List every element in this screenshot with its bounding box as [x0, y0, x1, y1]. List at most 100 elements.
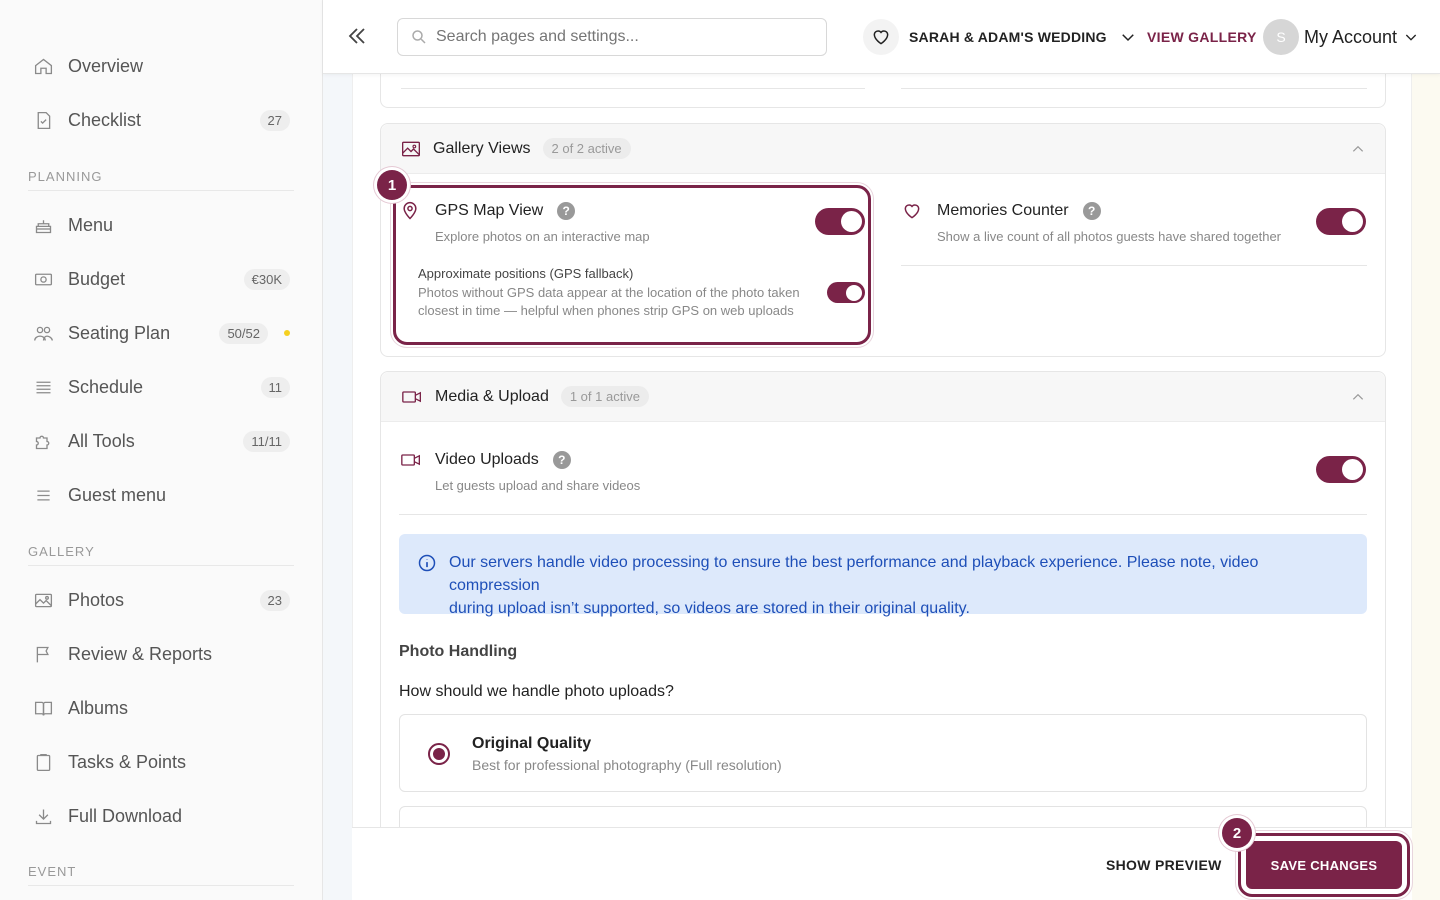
sidebar-item-label: Schedule — [68, 376, 144, 397]
sidebar: Overview Checklist 27 PLANNING Menu Budg… — [0, 0, 323, 900]
sidebar-item-review-reports[interactable]: Review & Reports — [28, 634, 294, 674]
photo-handling-heading: Photo Handling — [399, 643, 518, 660]
active-count-pill: 1 of 1 active — [560, 386, 649, 407]
wedding-selector[interactable]: SARAH & ADAM'S WEDDING — [863, 18, 1137, 56]
heart-icon — [863, 19, 899, 55]
feature-description: Explore photos on an interactive map — [435, 229, 650, 244]
menu-lines-icon — [28, 483, 60, 507]
sidebar-item-schedule[interactable]: Schedule 11 — [28, 367, 294, 407]
sidebar-item-seating-plan[interactable]: Seating Plan 50/52 — [28, 313, 294, 353]
image-icon — [28, 588, 60, 612]
sidebar-item-checklist[interactable]: Checklist 27 — [28, 100, 294, 140]
feature-title: Video Uploads — [435, 451, 539, 468]
top-header: SARAH & ADAM'S WEDDING VIEW GALLERY S My… — [323, 0, 1440, 74]
original-quality-option[interactable]: Original Quality Best for professional p… — [399, 714, 1367, 792]
option-title: Original Quality — [472, 735, 592, 752]
previous-section-card — [380, 74, 1386, 108]
sidebar-item-label: Checklist — [68, 109, 142, 130]
collapse-sidebar-button[interactable] — [345, 24, 369, 48]
sidebar-item-label: Menu — [68, 214, 114, 235]
radio-selected[interactable] — [428, 743, 450, 765]
save-changes-button[interactable]: SAVE CHANGES — [1246, 841, 1402, 889]
active-count-pill: 2 of 2 active — [542, 138, 631, 159]
gps-fallback-toggle[interactable] — [827, 282, 865, 303]
video-camera-icon — [402, 390, 421, 403]
checklist-icon — [28, 108, 60, 132]
search-box[interactable] — [397, 18, 827, 56]
clipboard-icon — [28, 750, 60, 774]
sidebar-item-label: Guest menu — [68, 484, 167, 505]
image-icon — [402, 141, 420, 156]
save-highlight-frame: SAVE CHANGES — [1238, 833, 1410, 897]
section-title-planning: PLANNING — [28, 169, 294, 191]
sidebar-item-tasks-points[interactable]: Tasks & Points — [28, 742, 294, 782]
video-info-notice: Our servers handle video processing to e… — [399, 534, 1367, 617]
search-input[interactable] — [436, 28, 796, 46]
video-uploads-toggle[interactable] — [1316, 456, 1366, 483]
count-badge: 11/11 — [243, 430, 290, 452]
money-icon — [28, 267, 60, 291]
gallery-views-header[interactable]: Gallery Views 2 of 2 active — [381, 124, 1385, 174]
info-icon — [418, 554, 436, 572]
sidebar-item-budget[interactable]: Budget €30K — [28, 259, 294, 299]
feature-title: GPS Map View — [435, 202, 544, 219]
chevron-down-icon — [1405, 34, 1417, 41]
memories-counter-toggle[interactable] — [1316, 208, 1366, 235]
section-title-gallery: GALLERY — [28, 544, 294, 566]
count-badge: 27 — [259, 109, 290, 131]
sidebar-item-menu[interactable]: Menu — [28, 205, 294, 245]
sidebar-item-full-download[interactable]: Full Download — [28, 796, 294, 836]
view-gallery-link[interactable]: VIEW GALLERY — [1147, 29, 1257, 45]
sidebar-item-label: Full Download — [68, 805, 183, 826]
account-label: My Account — [1304, 26, 1398, 47]
divider — [399, 514, 1367, 515]
people-icon — [28, 321, 60, 345]
status-dot — [284, 330, 290, 336]
feature-title: Memories Counter — [937, 202, 1069, 219]
help-icon[interactable]: ? — [557, 202, 576, 220]
feature-description: Show a live count of all photos guests h… — [937, 229, 1281, 244]
sidebar-item-guest-menu[interactable]: Guest menu — [28, 475, 294, 515]
info-text-line: during upload isn’t supported, so videos… — [449, 600, 970, 617]
chevron-up-icon[interactable] — [1351, 142, 1365, 156]
memories-counter-feature: Memories Counter ? Show a live count of … — [902, 201, 1322, 244]
sidebar-item-label: Albums — [68, 697, 129, 718]
step-badge-1: 1 — [377, 170, 407, 200]
heart-icon — [904, 204, 920, 219]
main-content: Gallery Views 2 of 2 active 1 GPS Map Vi… — [352, 74, 1412, 900]
show-preview-button[interactable]: SHOW PREVIEW — [1106, 857, 1222, 873]
background-strip — [1412, 74, 1440, 900]
count-badge: 11 — [260, 376, 290, 398]
sidebar-item-photos[interactable]: Photos 23 — [28, 580, 294, 620]
help-icon[interactable]: ? — [552, 451, 571, 469]
section-title: Media & Upload — [435, 387, 549, 405]
background-strip — [323, 74, 352, 900]
gps-map-view-toggle[interactable] — [815, 208, 865, 235]
help-icon[interactable]: ? — [1082, 202, 1101, 220]
download-icon — [28, 804, 60, 828]
subfeature-description-line: closest in time — helpful when phones st… — [418, 303, 794, 318]
sidebar-item-label: Tasks & Points — [68, 751, 187, 772]
media-upload-header[interactable]: Media & Upload 1 of 1 active — [381, 372, 1385, 422]
search-icon — [412, 30, 426, 44]
avatar: S — [1263, 19, 1299, 55]
section-title-event: EVENT — [28, 864, 294, 886]
gps-map-view-feature: GPS Map View ? Explore photos on an inte… — [400, 201, 840, 244]
flag-icon — [28, 642, 60, 666]
double-chevron-left-icon — [348, 28, 365, 44]
gps-fallback-subfeature: Approximate positions (GPS fallback) Pho… — [418, 266, 828, 320]
info-text-line: Our servers handle video processing to e… — [449, 554, 1259, 594]
sidebar-item-overview[interactable]: Overview — [28, 46, 294, 86]
account-menu[interactable]: S My Account — [1263, 19, 1419, 55]
sidebar-item-label: Budget — [68, 268, 126, 289]
sidebar-item-label: Overview — [68, 55, 144, 76]
sidebar-item-albums[interactable]: Albums — [28, 688, 294, 728]
chevron-down-icon — [1121, 34, 1134, 42]
home-icon — [28, 54, 60, 78]
chevron-up-icon[interactable] — [1351, 390, 1365, 404]
puzzle-icon — [28, 429, 60, 453]
count-badge: 50/52 — [219, 322, 268, 344]
sidebar-item-all-tools[interactable]: All Tools 11/11 — [28, 421, 294, 461]
schedule-icon — [28, 375, 60, 399]
sidebar-item-label: Review & Reports — [68, 643, 213, 664]
